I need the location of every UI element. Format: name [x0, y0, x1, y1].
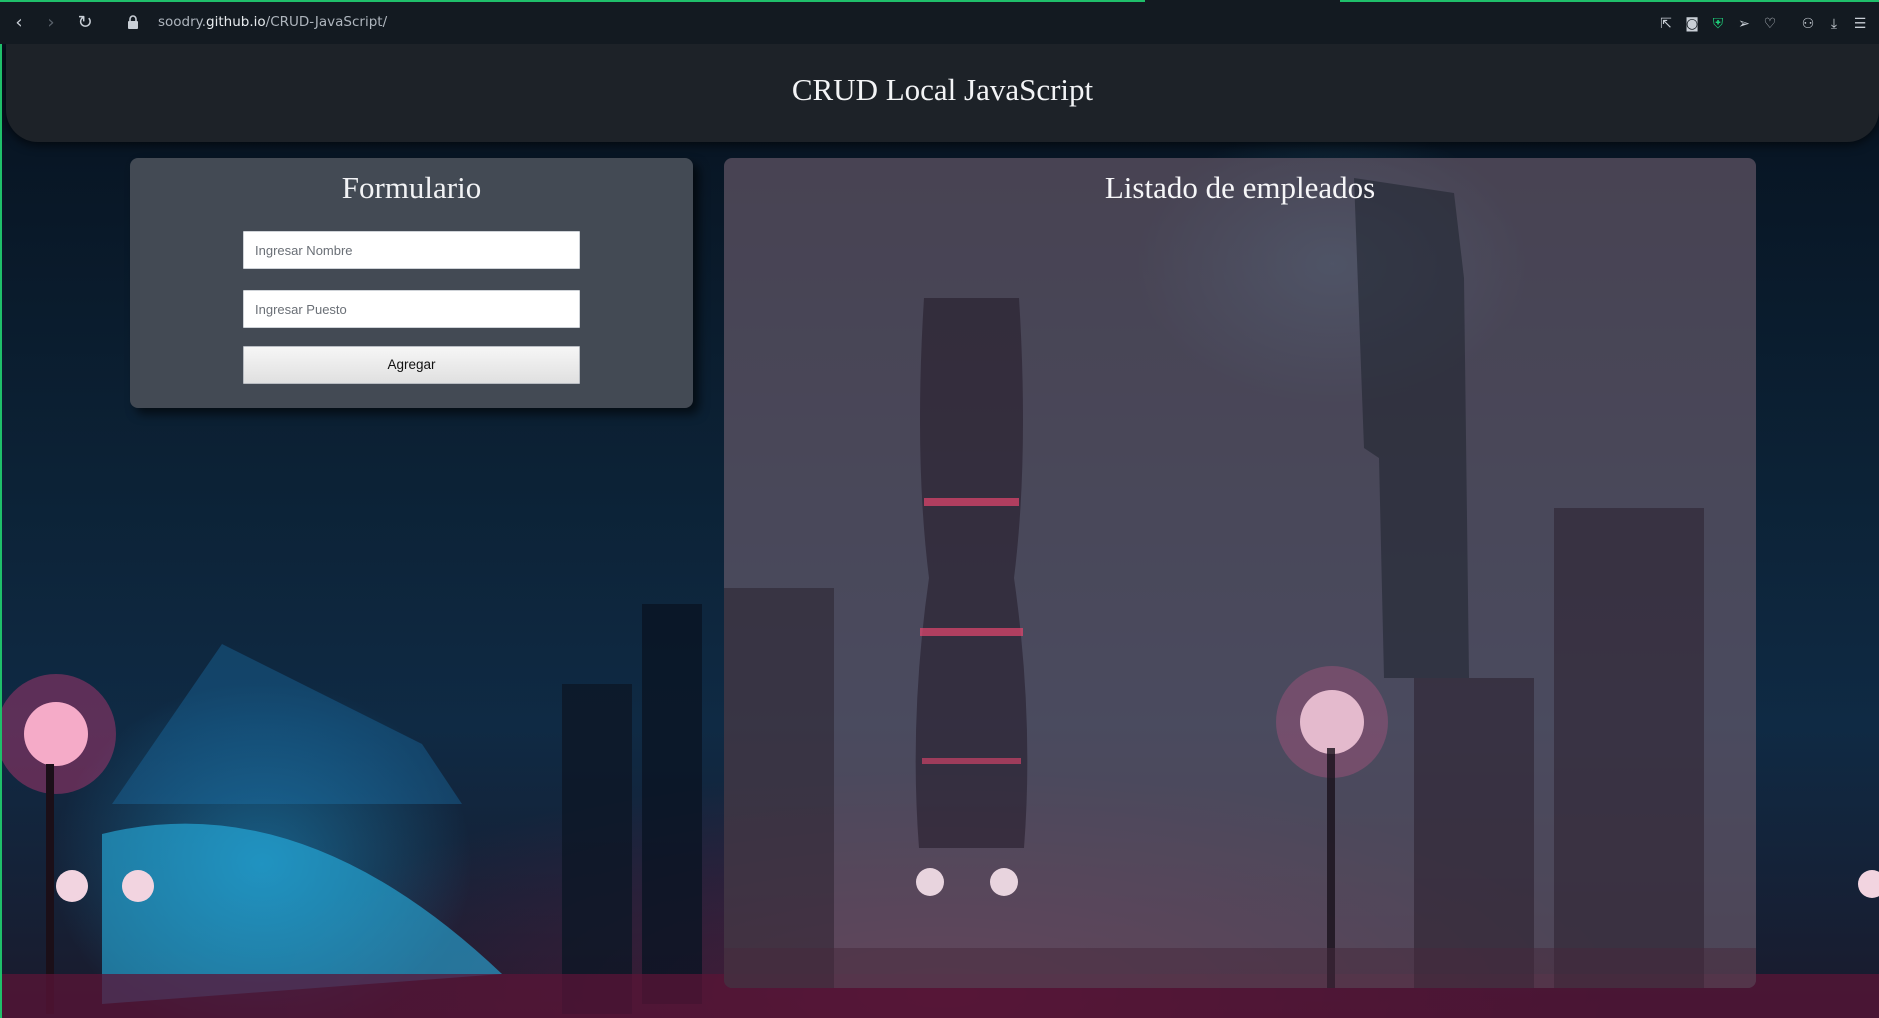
tab-indicator-gap	[1145, 0, 1340, 2]
employee-list-title: Listado de empleados	[1104, 170, 1376, 205]
list-background-skyline	[724, 178, 1756, 988]
menu-icon[interactable]: ☰	[1847, 14, 1873, 34]
download-icon[interactable]: ⤓	[1821, 14, 1847, 34]
page-header: CRUD Local JavaScript	[6, 44, 1879, 142]
form-title: Formulario	[341, 170, 482, 205]
account-icon[interactable]: ⚇	[1795, 14, 1821, 34]
address-bar[interactable]: soodry.github.io/CRUD-JavaScript/	[158, 14, 387, 30]
lock-icon[interactable]	[127, 15, 139, 29]
toolbar-icons: ⇱ ◙ ⛨ ➢ ♡ ⚇ ⤓ ☰	[1653, 14, 1873, 34]
send-icon[interactable]: ➢	[1731, 14, 1757, 34]
forward-icon[interactable]: ›	[40, 12, 62, 34]
add-button[interactable]: Agregar	[243, 346, 580, 384]
camera-icon[interactable]: ◙	[1679, 14, 1705, 34]
url-path: /CRUD-JavaScript/	[265, 14, 388, 30]
share-icon[interactable]: ⇱	[1653, 14, 1679, 34]
url-host: github.io	[206, 14, 266, 30]
shield-icon[interactable]: ⛨	[1705, 14, 1731, 34]
heart-icon[interactable]: ♡	[1757, 14, 1783, 34]
position-input[interactable]	[243, 290, 580, 328]
reload-icon[interactable]: ↻	[74, 12, 96, 34]
url-prefix: soodry.	[158, 14, 207, 30]
back-icon[interactable]: ‹	[8, 12, 30, 34]
employee-list-card: Listado de empleados	[724, 158, 1756, 988]
page-viewport: CRUD Local JavaScript Formulario Agregar	[0, 44, 1879, 1018]
form-card: Formulario Agregar	[130, 158, 693, 408]
page-title: CRUD Local JavaScript	[791, 72, 1094, 107]
name-input[interactable]	[243, 231, 580, 269]
browser-toolbar: ‹ › ↻ soodry.github.io/CRUD-JavaScript/ …	[0, 0, 1879, 44]
